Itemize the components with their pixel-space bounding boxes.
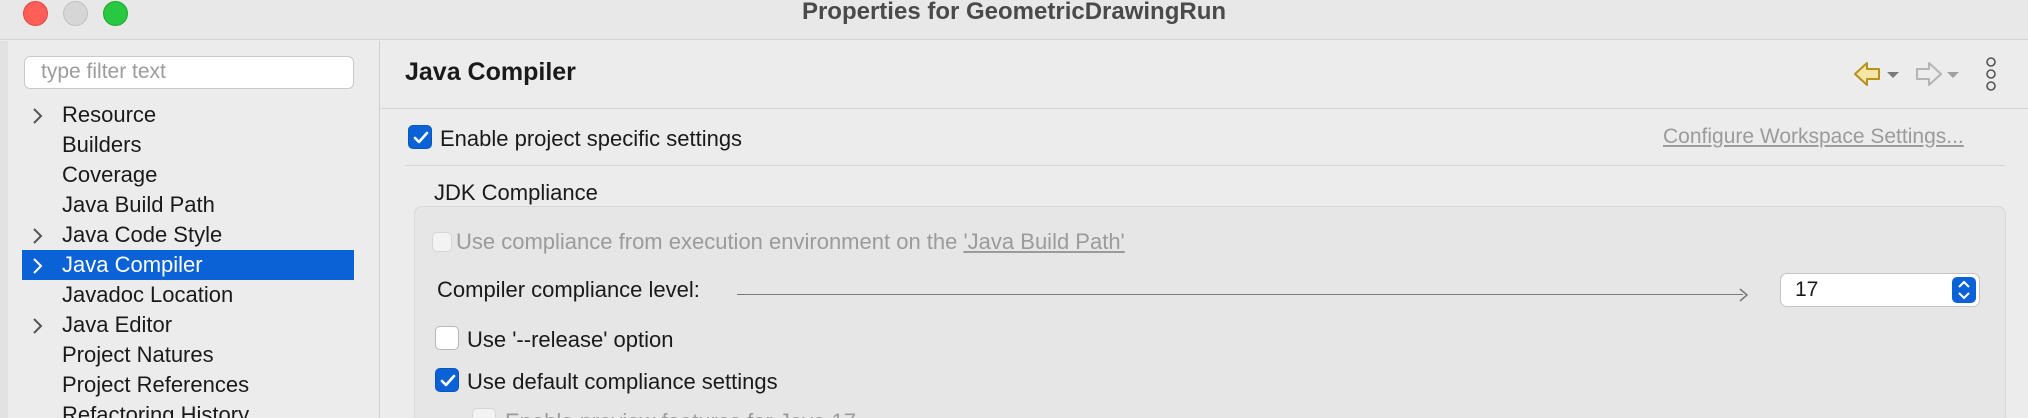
sidebar-item-java-compiler[interactable]: Java Compiler [22, 250, 354, 280]
release-option-checkbox[interactable] [435, 326, 459, 350]
sidebar-item-label: Java Build Path [62, 192, 215, 217]
sidebar-item-label: Refactoring History [62, 402, 250, 418]
sidebar-item-project-natures[interactable]: Project Natures [22, 340, 354, 370]
compliance-level-value: 17 [1795, 278, 1819, 301]
back-button[interactable] [1853, 59, 1903, 89]
forward-button[interactable] [1913, 59, 1963, 89]
sidebar-item-refactoring-history[interactable]: Refactoring History [22, 400, 354, 418]
sidebar-item-java-code-style[interactable]: Java Code Style [22, 220, 354, 250]
sidebar-item-label: Project Natures [62, 342, 214, 367]
configure-workspace-link[interactable]: Configure Workspace Settings... [1663, 124, 1964, 150]
default-compliance-label: Use default compliance settings [467, 369, 778, 394]
sidebar-edge [0, 41, 8, 418]
chevron-right-icon[interactable] [28, 310, 50, 340]
filter-input[interactable]: type filter text [24, 56, 354, 89]
view-menu-button[interactable] [1984, 57, 1998, 91]
sidebar-item-project-references[interactable]: Project References [22, 370, 354, 400]
chevron-right-icon[interactable] [28, 100, 50, 130]
settings-divider [405, 165, 2005, 166]
java-build-path-link[interactable]: 'Java Build Path' [963, 229, 1124, 254]
header-divider [381, 108, 2028, 109]
sidebar-item-builders[interactable]: Builders [22, 130, 354, 160]
sidebar-item-label: Java Code Style [62, 222, 223, 247]
jdk-compliance-title: JDK Compliance [434, 180, 598, 205]
sidebar-item-label: Project References [62, 372, 250, 397]
compliance-level-label: Compiler compliance level: [437, 277, 700, 302]
sidebar-item-label: Java Editor [62, 312, 173, 337]
select-stepper-icon [1952, 277, 1976, 303]
sidebar-item-label: Resource [62, 102, 157, 127]
sidebar-item-java-editor[interactable]: Java Editor [22, 310, 354, 340]
page-title: Java Compiler [405, 58, 576, 86]
leader-arrow-icon [1739, 288, 1749, 302]
sidebar-item-label: Builders [62, 132, 142, 157]
sidebar-item-resource[interactable]: Resource [22, 100, 354, 130]
preview-features-label: Enable preview features for Java 17 [505, 409, 856, 418]
sidebar-item-label: Coverage [62, 162, 158, 187]
sidebar-item-java-build-path[interactable]: Java Build Path [22, 190, 354, 220]
use-env-compliance-checkbox[interactable] [432, 232, 452, 252]
preview-features-checkbox[interactable] [472, 408, 496, 418]
forward-arrow-icon [1916, 62, 1959, 86]
back-arrow-icon [1854, 62, 1899, 86]
chevron-right-icon[interactable] [28, 220, 50, 250]
main-panel: Java Compiler Enable project specific se… [381, 41, 2028, 418]
more-vert-icon [1986, 57, 1996, 91]
sidebar-item-label: Java Compiler [62, 252, 203, 277]
compliance-leader-line [737, 294, 1743, 295]
use-env-compliance-label: Use compliance from execution environmen… [456, 229, 1125, 255]
compliance-level-select[interactable]: 17 [1780, 273, 1980, 307]
sidebar-item-coverage[interactable]: Coverage [22, 160, 354, 190]
checkmark-icon [440, 374, 456, 387]
sidebar: type filter text Resource Builders Cover… [0, 41, 380, 418]
sidebar-item-javadoc-location[interactable]: Javadoc Location [22, 280, 354, 310]
window-title: Properties for GeometricDrawingRun [801, 0, 1227, 25]
chevron-right-icon[interactable] [28, 250, 50, 280]
title-bar: Properties for GeometricDrawingRun [0, 0, 2028, 40]
sidebar-item-label: Javadoc Location [62, 282, 234, 307]
enable-project-settings-checkbox[interactable] [408, 125, 432, 149]
enable-project-settings-label: Enable project specific settings [440, 126, 743, 151]
default-compliance-checkbox[interactable] [435, 368, 459, 392]
checkmark-icon [413, 131, 429, 144]
use-env-compliance-text: Use compliance from execution environmen… [456, 229, 964, 254]
release-option-label: Use '--release' option [467, 327, 674, 352]
